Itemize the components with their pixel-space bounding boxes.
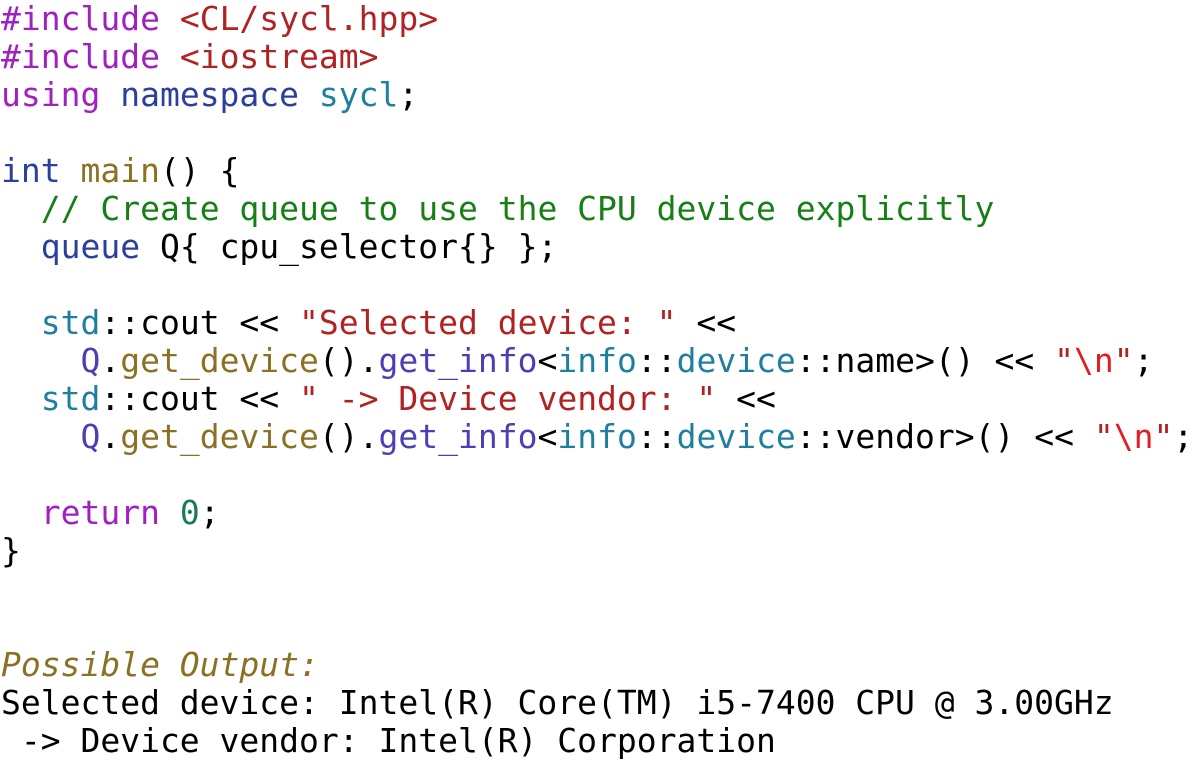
code-line-5: // Create queue to use the CPU device ex… [0,190,1204,228]
code-token: <iostream> [179,37,379,76]
code-token: Selected device: Intel(R) Core(TM) i5-74… [1,683,1114,722]
code-token: ::name>() << [795,341,1055,380]
code-line-17: Possible Output: [0,646,1204,684]
code-line-9: Q.get_device().get_info<info::device::na… [0,342,1204,380]
code-line-6: queue Q{ cpu_selector{} }; [0,228,1204,266]
code-token: ; [398,75,419,114]
code-line-0: #include <CL/sycl.hpp> [0,0,1204,38]
code-line-2: using namespace sycl; [0,76,1204,114]
code-token: (). [318,417,379,456]
code-token: get_device [120,341,319,380]
code-token: ::cout << [100,379,300,418]
code-token: main [80,151,160,190]
code-line-1: #include <iostream> [0,38,1204,76]
code-token: < [537,341,558,380]
code-token: \n [1073,341,1114,380]
code-token: std [40,379,101,418]
code-token: ::vendor>() << [795,417,1094,456]
code-line-14: } [0,532,1204,570]
code-token: . [100,417,121,456]
code-token: queue [40,227,141,266]
code-token: " [1113,341,1134,380]
code-line-13: return 0; [0,494,1204,532]
code-token: Q [80,341,101,380]
code-token: 0 [179,493,200,532]
code-token: < [537,417,558,456]
code-token: namespace [120,75,300,114]
code-token: Q{ cpu_selector{} }; [140,227,558,266]
code-token: #include [1,0,160,38]
code-line-10: std::cout << " -> Device vendor: " << [0,380,1204,418]
code-line-18: Selected device: Intel(R) Core(TM) i5-74… [0,684,1204,722]
code-token: " [1093,417,1114,456]
code-token: " -> Device vendor: " [299,379,717,418]
code-token: } [1,531,21,570]
code-token: device [676,417,796,456]
code-token: Possible Output: [1,645,319,684]
code-token: << [716,379,776,418]
code-token: device [676,341,796,380]
code-token: int [1,151,61,190]
code-token: << [676,303,737,342]
code-token: . [100,341,121,380]
code-token: info [557,417,637,456]
code-token: :: [636,341,677,380]
code-token: // Create queue to use the CPU device ex… [40,189,995,228]
code-token: ; [1133,341,1154,380]
code-token: <CL/sycl.hpp> [179,0,439,38]
code-token: () { [159,151,240,190]
code-token: ; [199,493,220,532]
code-token: ::cout << [100,303,300,342]
code-token: " [1153,417,1174,456]
code-token: get_device [120,417,319,456]
code-token: "Selected device: " [299,303,677,342]
code-token: Q [80,417,101,456]
code-line-11: Q.get_device().get_info<info::device::ve… [0,418,1204,456]
code-token: get_info [378,417,538,456]
code-line-8: std::cout << "Selected device: " << [0,304,1204,342]
code-token: return [40,493,160,532]
code-token: get_info [378,341,538,380]
code-token: std [40,303,101,342]
code-token: -> Device vendor: Intel(R) Corporation [1,721,776,760]
code-token: :: [636,417,677,456]
code-line-4: int main() { [0,152,1204,190]
code-token: ; [1173,417,1194,456]
code-line-19: -> Device vendor: Intel(R) Corporation [0,722,1204,760]
code-listing: #include <CL/sycl.hpp> #include <iostream… [0,0,1204,767]
code-token: (). [318,341,379,380]
code-token: #include [1,37,160,76]
code-token: sycl [318,75,399,114]
code-token: using [1,75,101,114]
code-token: \n [1113,417,1154,456]
code-token: " [1054,341,1074,380]
code-token: info [557,341,637,380]
